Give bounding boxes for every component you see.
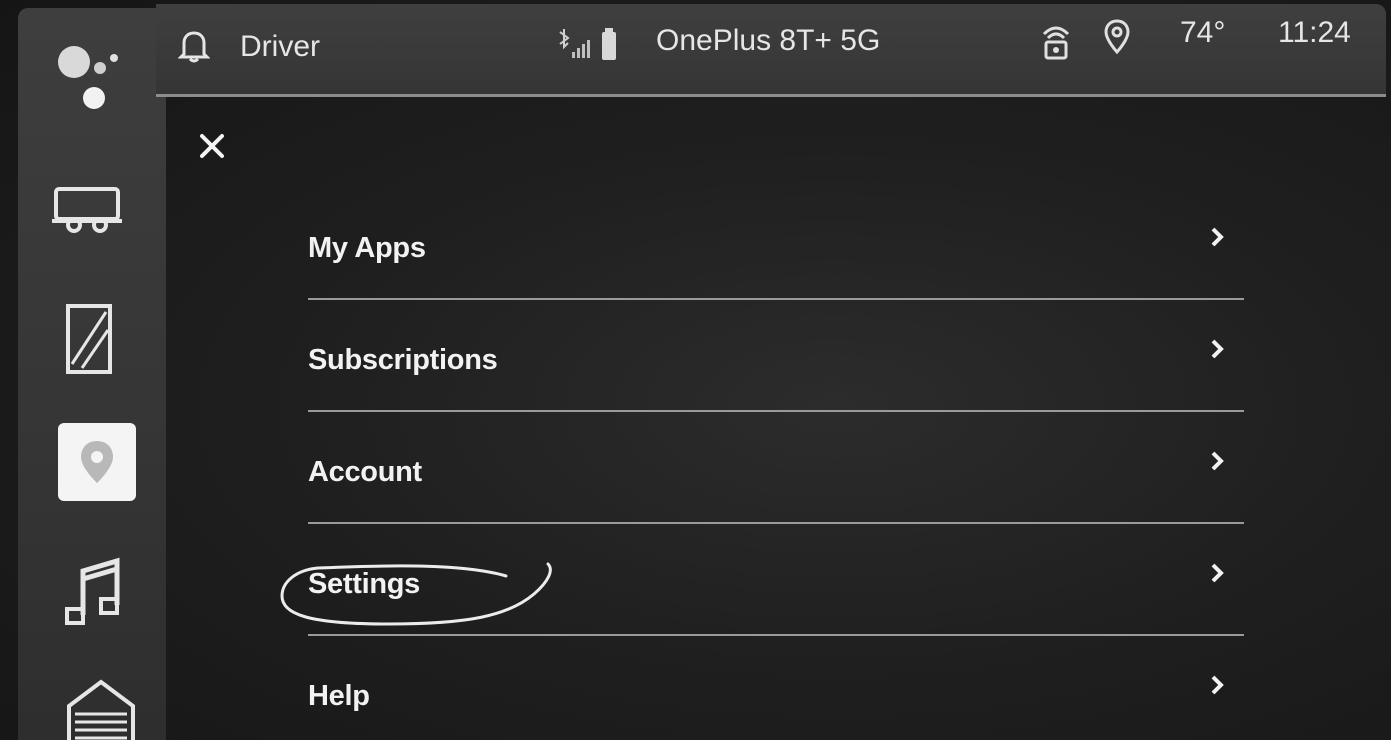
close-icon: [200, 134, 224, 158]
menu-item-my-apps[interactable]: My Apps: [300, 200, 1250, 312]
menu-item-label: Help: [308, 680, 370, 712]
assistant-button[interactable]: [40, 28, 130, 118]
window-panel-icon: [66, 304, 112, 374]
music-button[interactable]: [48, 548, 138, 638]
wifi-hotspot-icon: [1042, 26, 1070, 60]
bluetooth-signal-indicator: [556, 26, 618, 66]
menu-item-label: Subscriptions: [308, 344, 498, 376]
connected-phone-name[interactable]: OnePlus 8T+ 5G: [656, 24, 880, 58]
chevron-right-icon: [1211, 563, 1224, 583]
menu-item-label: Account: [308, 456, 422, 488]
chevron-right-icon: [1211, 227, 1224, 247]
menu-item-account[interactable]: Account: [300, 424, 1250, 536]
status-bar: Driver OnePlus 8T+ 5G 74° 11:24: [156, 4, 1386, 97]
notifications-button[interactable]: [177, 28, 214, 68]
hotspot-indicator: [1036, 18, 1076, 62]
navigation-pin-icon: [81, 441, 113, 483]
divider: [308, 298, 1244, 300]
clock: 11:24: [1278, 16, 1351, 49]
close-button[interactable]: [192, 126, 236, 170]
divider: [308, 522, 1244, 524]
menu-item-label: Settings: [308, 568, 420, 600]
vehicle-button[interactable]: [43, 170, 133, 250]
location-pin-icon: [1104, 19, 1130, 55]
chevron-right-icon: [1211, 339, 1224, 359]
infotainment-screen: Driver OnePlus 8T+ 5G 74° 11:24 My Apps …: [0, 0, 1391, 740]
bell-icon: [177, 31, 211, 63]
menu-list: My Apps Subscriptions Account Settings H…: [300, 200, 1250, 740]
assistant-icon: [58, 46, 118, 109]
divider: [308, 634, 1244, 636]
media-panel-button[interactable]: [46, 298, 134, 382]
battery-icon: [602, 28, 616, 60]
music-note-icon: [65, 557, 120, 625]
app-rail: [18, 8, 166, 740]
apps-button[interactable]: [56, 676, 146, 740]
menu-item-settings[interactable]: Settings: [300, 536, 1250, 648]
chevron-right-icon: [1211, 451, 1224, 471]
outside-temperature: 74°: [1180, 16, 1226, 49]
chevron-right-icon: [1211, 675, 1224, 695]
divider: [308, 410, 1244, 412]
menu-item-subscriptions[interactable]: Subscriptions: [300, 312, 1250, 424]
location-indicator: [1102, 18, 1134, 58]
menu-item-help[interactable]: Help: [300, 648, 1250, 740]
menu-item-label: My Apps: [308, 232, 426, 264]
building-icon: [67, 679, 135, 740]
vehicle-icon: [52, 187, 122, 233]
navigation-button[interactable]: [58, 423, 136, 501]
bluetooth-signal-icon: [559, 29, 590, 58]
profile-name[interactable]: Driver: [240, 30, 320, 64]
